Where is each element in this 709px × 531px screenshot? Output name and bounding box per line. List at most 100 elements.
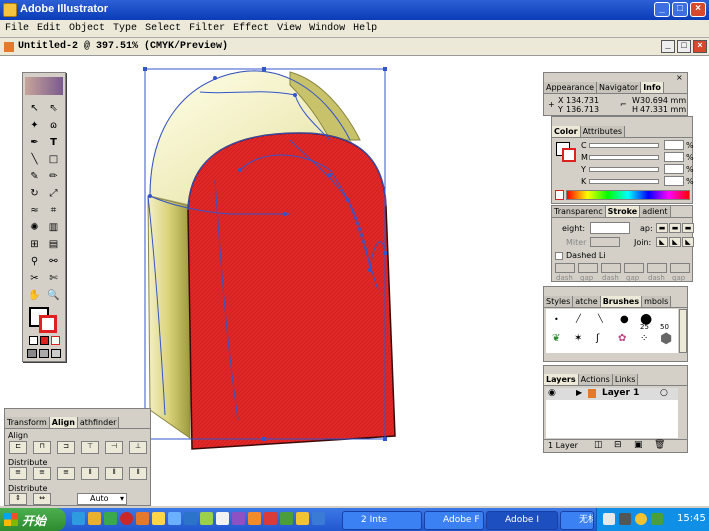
none-color-icon[interactable] — [555, 190, 564, 200]
tab-actions[interactable]: Actions — [578, 374, 613, 385]
magic-wand-tool-icon[interactable]: ✦ — [26, 118, 43, 133]
quicklaunch-app1-icon[interactable] — [104, 512, 117, 525]
slice-tool-icon[interactable]: ✂ — [26, 271, 43, 286]
gap-1-input[interactable] — [578, 263, 598, 273]
free-transform-tool-icon[interactable]: ⌗ — [45, 203, 62, 218]
brush-swirl-icon[interactable]: ʃ — [596, 333, 599, 344]
brushes-scrollbar[interactable] — [679, 309, 687, 353]
none-mode-icon[interactable] — [51, 336, 60, 345]
distribute-left-icon[interactable]: ⦀ — [81, 467, 99, 480]
tab-gradient[interactable]: adient — [640, 206, 671, 217]
align-left-icon[interactable]: ⊏ — [9, 441, 27, 454]
menu-file[interactable]: File — [0, 20, 32, 34]
make-clipping-mask-icon[interactable]: ◫ — [594, 440, 603, 450]
brush-dots-icon[interactable]: ⁘ — [640, 333, 648, 344]
gap-3-input[interactable] — [670, 263, 690, 273]
tab-swatches[interactable]: atche — [573, 296, 601, 307]
symbol-sprayer-tool-icon[interactable]: ✺ — [26, 220, 43, 235]
quicklaunch-app12-icon[interactable] — [280, 512, 293, 525]
channel-y-input[interactable] — [664, 164, 684, 174]
taskbar-task-untitled[interactable]: 无标题 — [560, 511, 594, 530]
lasso-tool-icon[interactable]: ɷ — [45, 118, 62, 133]
round-join-button[interactable]: ◣ — [669, 237, 681, 247]
tab-styles[interactable]: Styles — [544, 296, 574, 307]
gradient-tool-icon[interactable]: ▤ — [45, 237, 62, 252]
tab-align[interactable]: Align — [49, 417, 78, 428]
stroke-swatch[interactable] — [39, 315, 57, 333]
direct-selection-tool-icon[interactable]: ⇖ — [45, 101, 62, 116]
quicklaunch-ie-icon[interactable] — [72, 512, 85, 525]
rotate-tool-icon[interactable]: ↻ — [26, 186, 43, 201]
tray-icon-3[interactable] — [635, 513, 647, 525]
new-sublayer-icon[interactable]: ⊟ — [614, 440, 622, 450]
channel-m-input[interactable] — [664, 152, 684, 162]
doc-minimize-button[interactable]: _ — [661, 40, 675, 53]
spacing-select[interactable]: Auto ▾ — [77, 493, 127, 505]
tray-icon-4[interactable] — [651, 513, 663, 525]
quicklaunch-app11-icon[interactable] — [264, 512, 277, 525]
gap-2-input[interactable] — [624, 263, 644, 273]
brush-stroke-icon[interactable]: ╲ — [598, 314, 603, 323]
mesh-tool-icon[interactable]: ⊞ — [26, 237, 43, 252]
standard-screen-mode-icon[interactable] — [27, 349, 37, 358]
channel-c-input[interactable] — [664, 140, 684, 150]
tray-icon-1[interactable] — [603, 513, 615, 525]
full-screen-menu-mode-icon[interactable] — [39, 349, 49, 358]
quicklaunch-app13-icon[interactable] — [296, 512, 309, 525]
tab-layers[interactable]: Layers — [544, 374, 579, 385]
brush-flower-icon[interactable]: ✿ — [618, 333, 626, 344]
stroke-weight-input[interactable] — [590, 222, 630, 234]
distribute-vcenter-icon[interactable]: ≡ — [33, 467, 51, 480]
doc-close-button[interactable]: × — [693, 40, 707, 53]
miter-limit-input[interactable] — [590, 237, 620, 247]
quicklaunch-app2-icon[interactable] — [120, 512, 133, 525]
menu-filter[interactable]: Filter — [184, 20, 228, 34]
scale-tool-icon[interactable]: ⤢ — [45, 186, 62, 201]
menu-effect[interactable]: Effect — [228, 20, 272, 34]
layer-name[interactable]: Layer 1 — [602, 388, 639, 398]
target-icon[interactable]: ○ — [660, 388, 668, 398]
taskbar-task-illustrator[interactable]: Adobe I — [486, 511, 558, 530]
brush-blob-icon[interactable]: ⬢ — [660, 331, 672, 347]
color-stroke-swatch[interactable] — [562, 148, 576, 162]
quicklaunch-app14-icon[interactable] — [312, 512, 325, 525]
paintbrush-tool-icon[interactable]: ✎ — [26, 169, 43, 184]
doc-maximize-button[interactable]: □ — [677, 40, 691, 53]
menu-select[interactable]: Select — [140, 20, 184, 34]
quicklaunch-app10-icon[interactable] — [248, 512, 261, 525]
channel-y-slider[interactable] — [589, 167, 659, 172]
menu-type[interactable]: Type — [108, 20, 140, 34]
tab-transparency[interactable]: Transparenc — [552, 206, 606, 217]
tab-color[interactable]: Color — [552, 126, 581, 137]
color-spectrum-bar[interactable] — [566, 190, 690, 200]
tab-brushes[interactable]: Brushes — [600, 296, 643, 307]
distribute-right-icon[interactable]: ⦀ — [129, 467, 147, 480]
zoom-tool-icon[interactable]: 🔍 — [45, 288, 62, 303]
menu-view[interactable]: View — [272, 20, 304, 34]
brush-calligraphic-icon[interactable]: ╱ — [576, 314, 581, 323]
panel-close-icon[interactable]: × — [676, 73, 683, 82]
selection-tool-icon[interactable]: ↖ — [26, 101, 43, 116]
minimize-button[interactable]: _ — [654, 2, 670, 17]
brush-leaf-icon[interactable]: ❦ — [552, 333, 560, 344]
start-button[interactable]: 开始 — [0, 508, 66, 531]
align-vcenter-icon[interactable]: ⊣ — [105, 441, 123, 454]
distribute-hcenter-icon[interactable]: ⦀ — [105, 467, 123, 480]
channel-c-slider[interactable] — [589, 143, 659, 148]
graph-tool-icon[interactable]: ▥ — [45, 220, 62, 235]
brush-oval-icon[interactable]: ● — [620, 314, 629, 325]
tab-attributes[interactable]: Attributes — [580, 126, 626, 137]
menu-edit[interactable]: Edit — [32, 20, 64, 34]
quicklaunch-folder-icon[interactable] — [88, 512, 101, 525]
close-button[interactable]: × — [690, 2, 706, 17]
quicklaunch-app4-icon[interactable] — [152, 512, 165, 525]
butt-cap-button[interactable]: ▬ — [656, 223, 668, 233]
distribute-vspace-icon[interactable]: ⇕ — [9, 493, 27, 505]
layer-row[interactable]: ◉ ▶ Layer 1 ○ — [546, 388, 678, 400]
miter-join-button[interactable]: ◣ — [656, 237, 668, 247]
pencil-tool-icon[interactable]: ✏ — [45, 169, 62, 184]
tab-symbols[interactable]: mbols — [642, 296, 672, 307]
distribute-top-icon[interactable]: ≡ — [9, 467, 27, 480]
quicklaunch-app5-icon[interactable] — [168, 512, 181, 525]
menu-help[interactable]: Help — [348, 20, 380, 34]
